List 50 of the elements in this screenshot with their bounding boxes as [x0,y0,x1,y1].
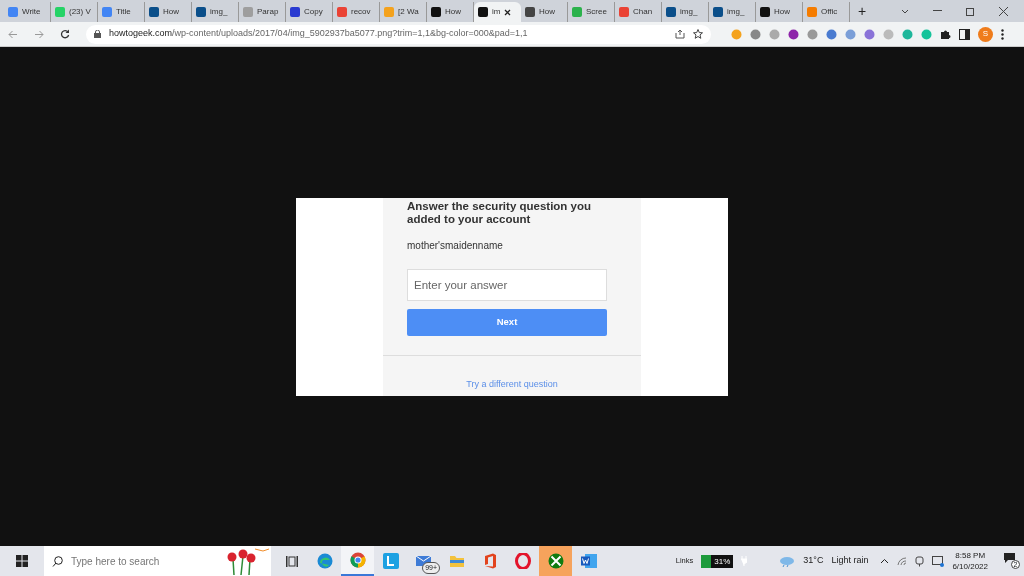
star-icon[interactable] [693,29,703,39]
wifi-icon[interactable] [897,556,908,566]
extension-icon[interactable] [864,28,875,40]
chrome-icon [349,552,366,568]
windows-start-icon[interactable] [16,555,28,567]
word-icon [579,553,598,569]
extension-icon[interactable] [750,28,761,40]
restore-icon[interactable] [966,6,975,16]
close-icon[interactable] [999,6,1008,16]
puzzle-icon[interactable] [940,28,951,40]
url-text: howtogeek.com/wp-content/uploads/2017/04/img_5902937ba5077.png?trim=1,1&bg-color=000&pad=1,1 [109,27,528,41]
extension-icon[interactable] [826,28,837,40]
taskbar-search-bar[interactable]: Type here to search [44,546,271,576]
taskbar-app-button[interactable] [539,546,572,576]
forward-icon[interactable] [34,29,44,39]
heading: Answer the security question you added to your account [407,199,593,226]
task-view-icon [285,555,298,567]
close-icon[interactable] [504,8,512,16]
new-tab-button[interactable]: + [858,0,867,22]
edge-icon [316,553,333,569]
reload-icon[interactable] [60,29,70,39]
cloud-rain-icon [779,555,796,567]
back-icon[interactable] [8,29,18,39]
speaker-phone-icon[interactable] [915,555,925,567]
side-panel-icon[interactable] [959,28,970,40]
browser-tab[interactable]: im [474,2,521,22]
chevron-up-icon[interactable] [880,558,890,564]
office-icon [482,553,497,569]
xbox-icon [547,553,564,569]
tab-search-icon[interactable] [901,8,909,14]
folder-icon [448,554,465,568]
lock-icon [94,30,101,38]
extension-icon[interactable] [788,28,799,40]
address-bar[interactable]: howtogeek.com/wp-content/uploads/2017/04/img_5902937ba5077.png?trim=1,1&bg-color=000&pad=1,1 [86,24,711,44]
minimize-icon[interactable] [933,10,942,12]
battery-percent: 31% [714,555,731,568]
letter-l-icon [382,553,399,569]
answer-field[interactable]: Enter your answer [407,268,607,301]
clock-time[interactable]: 8:58 PM [955,550,986,561]
share-icon[interactable] [675,29,685,39]
security-question: mother'smaidenname [407,238,504,253]
weather-condition[interactable]: Light rain [831,554,869,568]
clock-date[interactable]: 6/10/2022 [952,561,988,572]
menu-icon[interactable] [1001,28,1004,40]
plug-icon [741,556,748,566]
search-field[interactable]: Type here to search [71,553,211,569]
opera-icon [514,553,531,569]
search-icon [52,555,63,567]
display-icon[interactable] [932,555,945,567]
temperature[interactable]: 31°C [803,554,824,568]
